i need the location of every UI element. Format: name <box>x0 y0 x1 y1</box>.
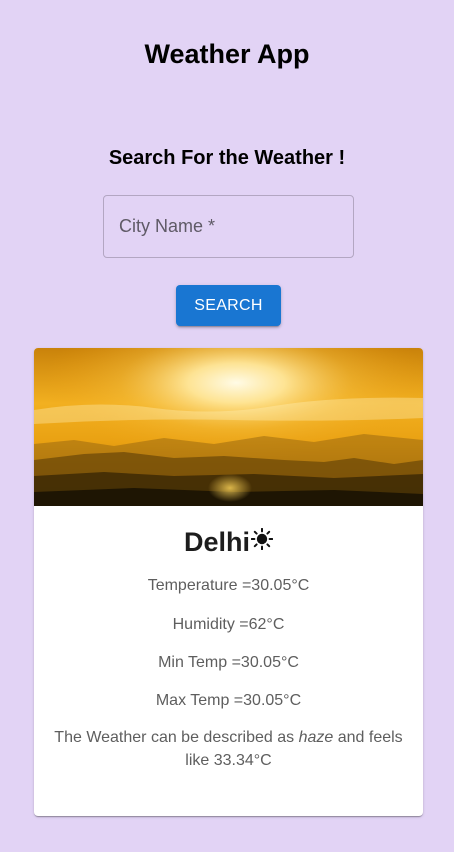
weather-description: The Weather can be described as haze and… <box>48 726 409 772</box>
city-title: Delhi <box>34 526 423 558</box>
max-temp-text: Max Temp =30.05°C <box>155 692 302 709</box>
search-heading: Search For the Weather ! <box>108 147 346 169</box>
temperature-text: Temperature =30.05°C <box>147 577 310 594</box>
sun-icon <box>251 528 273 550</box>
weather-card: Delhi Temperature =30.05°C Humidity =62°… <box>34 348 423 816</box>
min-temp-text: Min Temp =30.05°C <box>158 654 299 671</box>
description-prefix: The Weather can be described as <box>54 729 299 746</box>
city-name: Delhi <box>183 527 250 557</box>
search-button[interactable]: SEARCH <box>176 285 281 326</box>
sunset-landscape-image <box>34 348 423 506</box>
humidity-text: Humidity =62°C <box>172 616 285 633</box>
city-name-input[interactable] <box>104 196 353 257</box>
city-name-field <box>103 195 354 258</box>
description-condition: haze <box>298 729 334 746</box>
app-title: Weather App <box>144 39 310 69</box>
